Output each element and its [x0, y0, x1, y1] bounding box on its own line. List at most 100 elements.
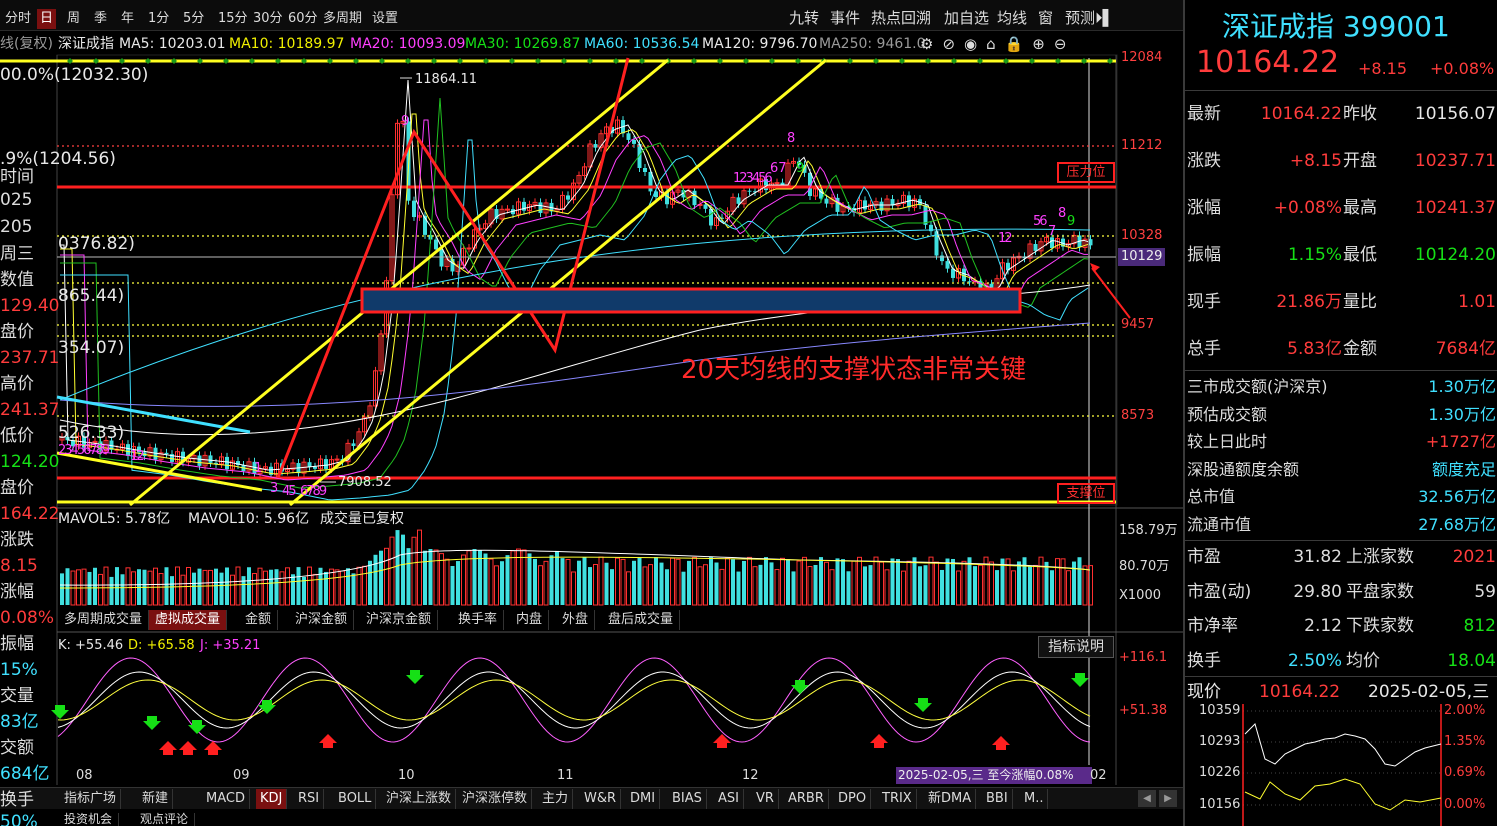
volume-bar	[956, 570, 961, 606]
volume-bar	[829, 569, 835, 606]
volume-bar	[230, 574, 235, 606]
price-tick-1: 11212	[1121, 138, 1163, 153]
volume-bar	[103, 566, 109, 606]
stat-value-5: 27.68万亿	[1418, 514, 1496, 534]
period-tab-5[interactable]: 1分	[145, 9, 172, 29]
mini-y-3: 10156	[1199, 797, 1241, 812]
indicator-tab-19[interactable]: M..	[1020, 789, 1049, 809]
indicator-tab-2[interactable]: MACD	[202, 789, 250, 809]
kdj-down-arrow	[188, 720, 206, 734]
vol-tab-7[interactable]: 外盘	[556, 610, 596, 630]
indicator-tab-8[interactable]: 主力	[538, 789, 574, 809]
volume-bar	[373, 554, 378, 605]
tool-button-3[interactable]: 加自选	[941, 8, 992, 28]
volume-bar	[483, 553, 488, 605]
bottom2-tab-0[interactable]: 投资机会	[58, 813, 120, 826]
candle-body	[923, 205, 928, 225]
indicator-tab-10[interactable]: DMI	[626, 789, 661, 809]
indicator-tab-11[interactable]: BIAS	[668, 789, 707, 809]
scroll-right-icon[interactable]: ▶	[1159, 790, 1177, 807]
volume-bar	[731, 559, 735, 605]
marker-diamond	[457, 58, 463, 64]
period-tab-0[interactable]: 分时	[2, 9, 34, 29]
divider	[1185, 676, 1497, 677]
vol-tab-5[interactable]: 换手率	[452, 610, 505, 630]
volume-bar	[379, 550, 383, 605]
volume-bar	[912, 557, 917, 605]
indicator-tab-7[interactable]: 沪深涨停数	[458, 789, 533, 809]
volume-bar	[120, 574, 125, 605]
indicator-tab-6[interactable]: 沪深上涨数	[382, 789, 457, 809]
tool-button-2[interactable]: 热点回溯	[868, 8, 934, 28]
period-tab-10[interactable]: 多周期	[320, 9, 365, 29]
marker-diamond	[405, 58, 411, 64]
marker-diamond	[353, 58, 359, 64]
seq-r4: 56	[1033, 214, 1047, 229]
indicator-tab-4[interactable]: RSI	[294, 789, 325, 809]
vol-tab-8[interactable]: 盘后成交量	[602, 610, 681, 630]
period-tab-7[interactable]: 15分	[215, 9, 251, 29]
seq-left4: 3	[270, 481, 279, 496]
indicator-tab-12[interactable]: ASI	[714, 789, 744, 809]
tool-button-6[interactable]: 预测	[1062, 8, 1098, 28]
volume-bar	[538, 565, 543, 606]
period-tab-8[interactable]: 30分	[250, 9, 286, 29]
candle-body	[439, 249, 444, 267]
indicator-tab-14[interactable]: ARBR	[784, 789, 829, 809]
volume-bar	[81, 568, 87, 606]
period-tab-4[interactable]: 年	[118, 9, 137, 29]
yellow-channel-upper	[289, 58, 827, 507]
volume-bar	[170, 576, 174, 605]
tool-button-4[interactable]: 均线	[994, 8, 1030, 28]
period-tab-9[interactable]: 60分	[285, 9, 321, 29]
indicator-tab-13[interactable]: VR	[752, 789, 779, 809]
volume-bar	[819, 557, 823, 605]
seq-r5: 7	[1048, 224, 1057, 239]
tool-button-1[interactable]: 事件	[827, 8, 863, 28]
tool-button-0[interactable]: 九转	[786, 8, 822, 28]
indicator-tab-16[interactable]: TRIX	[878, 789, 917, 809]
volume-bar	[598, 556, 604, 606]
candle-body	[643, 167, 647, 173]
vol-tab-2[interactable]: 金额	[239, 610, 279, 630]
mini-pct-0: 2.00%	[1444, 703, 1486, 718]
vol-tab-0[interactable]: 多周期成交量	[58, 610, 150, 630]
vol-tab-4[interactable]: 沪深京金额	[360, 610, 439, 630]
volume-bar	[879, 561, 884, 606]
quote-row-value2-0: 10156.07	[1414, 104, 1496, 124]
vol-tab-3[interactable]: 沪深金额	[289, 610, 355, 630]
volume-bar	[324, 571, 328, 605]
period-tab-2[interactable]: 周	[64, 9, 83, 29]
period-tab-6[interactable]: 5分	[180, 9, 207, 29]
volume-bar	[918, 566, 922, 605]
left-panel-25: 50%	[0, 812, 38, 826]
indicator-tab-0[interactable]: 指标广场	[60, 789, 122, 809]
candle-body	[313, 466, 317, 469]
scroll-left-icon[interactable]: ◀	[1138, 790, 1156, 807]
vol-tab-1[interactable]: 虚拟成交量	[149, 610, 228, 630]
indicator-tab-9[interactable]: W&R	[580, 789, 622, 809]
indicator-tab-15[interactable]: DPO	[834, 789, 872, 809]
volume-bar	[395, 530, 400, 605]
period-tab-11[interactable]: 设置	[369, 9, 401, 29]
indicator-tab-3[interactable]: KDJ	[256, 789, 288, 809]
indicator-tab-17[interactable]: 新DMA	[924, 789, 977, 809]
indicator-tab-5[interactable]: BOLL	[334, 789, 377, 809]
indicator-tab-18[interactable]: BBI	[982, 789, 1013, 809]
price-tick-2: 10328	[1121, 228, 1163, 243]
ratio-label2-0: 上涨家数	[1346, 547, 1414, 567]
candle-body	[351, 443, 356, 447]
volume-bar	[1066, 570, 1071, 606]
period-tab-1[interactable]: 日	[37, 9, 57, 29]
volume-bar	[835, 558, 840, 605]
bottom2-tab-1[interactable]: 观点评论	[134, 813, 196, 826]
vol-tab-6[interactable]: 内盘	[510, 610, 550, 630]
left-panel-21: 83亿	[0, 712, 39, 732]
volume-bar	[637, 557, 642, 605]
period-tab-3[interactable]: 季	[91, 9, 110, 29]
tool-button-5[interactable]: 窗	[1035, 8, 1056, 28]
mini-y-2: 10226	[1199, 765, 1241, 780]
indicator-tab-1[interactable]: 新建	[138, 789, 174, 809]
volume-bar	[786, 559, 790, 605]
indicator-help-button[interactable]: 指标说明	[1038, 636, 1114, 658]
